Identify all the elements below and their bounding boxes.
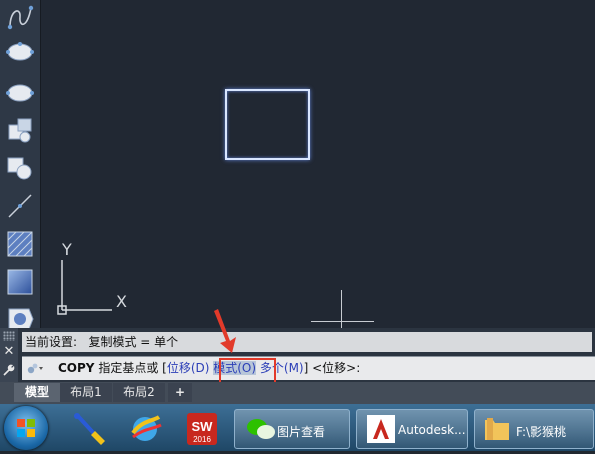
gradient-icon[interactable] — [4, 266, 36, 298]
red-arrow-icon — [214, 309, 236, 353]
add-layout-button[interactable]: + — [168, 383, 192, 402]
solidworks-icon[interactable]: SW 2016 — [181, 410, 223, 448]
taskbar-label-folder: F:\影猴桃 — [516, 425, 567, 439]
tab-layout2[interactable]: 布局2 — [113, 383, 165, 402]
ellipse-icon[interactable] — [4, 36, 36, 68]
create-block-icon[interactable] — [4, 152, 36, 184]
ucs-x-label: X — [116, 292, 127, 311]
hatch-icon[interactable] — [4, 228, 36, 260]
wrench-icon[interactable] — [3, 364, 15, 376]
tab-model[interactable]: 模型 — [14, 383, 60, 402]
autodesk-icon[interactable] — [360, 410, 402, 448]
command-prompt-icon[interactable] — [26, 361, 44, 375]
solidworks-version: 2016 — [193, 435, 211, 444]
option-displacement[interactable]: 位移(D) — [167, 361, 210, 375]
drawn-rectangle[interactable] — [225, 89, 310, 160]
command-history-line: 当前设置: 复制模式 = 单个 — [22, 332, 592, 352]
tab-layout1[interactable]: 布局1 — [60, 383, 112, 402]
command-name: COPY — [58, 361, 95, 375]
command-suffix: ] <位移>: — [303, 361, 361, 375]
grip-dots-icon[interactable] — [3, 331, 15, 341]
crosshair-horizontal — [311, 321, 374, 322]
point-icon[interactable] — [4, 190, 36, 222]
draw-toolbar — [0, 0, 41, 330]
folder-icon[interactable] — [476, 410, 518, 448]
start-orb-icon[interactable] — [4, 406, 48, 450]
wechat-icon[interactable] — [240, 410, 282, 448]
globe-app-icon[interactable] — [124, 410, 166, 448]
crosshair-vertical — [341, 290, 342, 328]
spline-icon[interactable] — [4, 2, 36, 34]
solidworks-label: SW — [192, 419, 214, 434]
ucs-y-label: Y — [62, 240, 72, 259]
tool-app-icon[interactable] — [68, 410, 110, 448]
command-prompt: 指定基点或 [ — [94, 361, 167, 375]
taskbar-label-image-viewer: 图片查看 — [277, 425, 326, 439]
close-icon[interactable]: ✕ — [3, 344, 15, 359]
taskbar-label-autodesk: Autodesk... — [398, 423, 466, 437]
insert-block-icon[interactable] — [4, 114, 36, 146]
ellipse-arc-icon[interactable] — [4, 76, 36, 108]
command-prompt-text: COPY 指定基点或 [位移(D) 模式(O) 多个(M)] <位移>: — [58, 356, 360, 380]
